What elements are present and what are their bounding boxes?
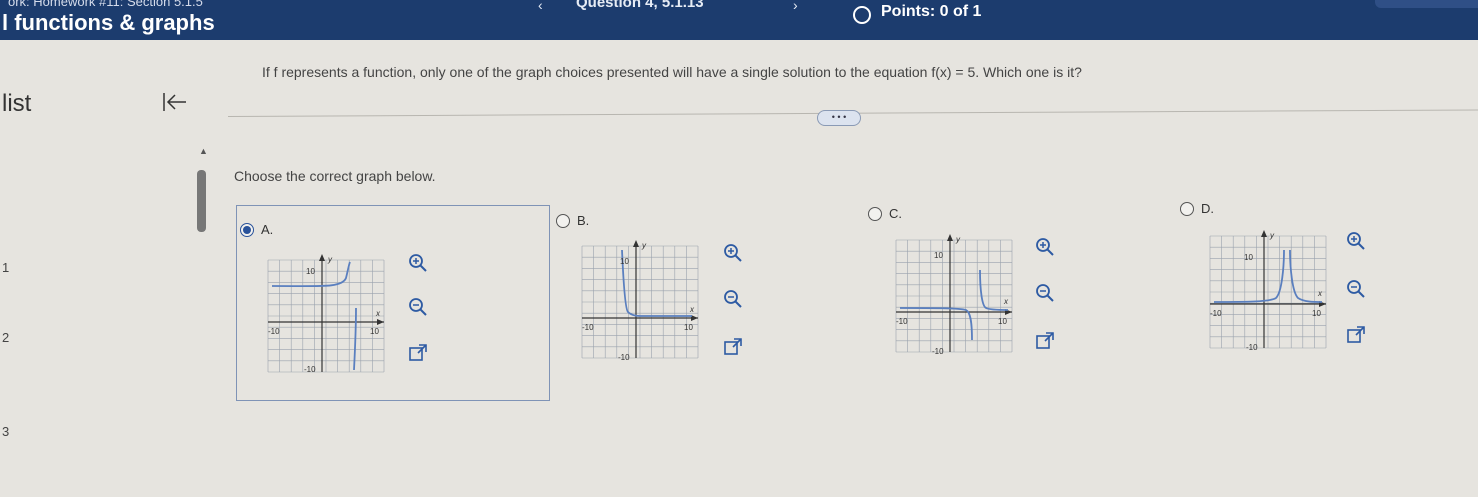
y-min-label: -10 — [1246, 343, 1258, 352]
x-max-label: 10 — [684, 323, 693, 332]
zoom-in-icon[interactable] — [407, 252, 429, 274]
choice-d-label[interactable]: D. — [1201, 201, 1214, 216]
list-item-number[interactable]: 2 — [2, 330, 9, 345]
y-min-label: -10 — [304, 365, 316, 374]
homework-title: ork: Homework #11: Section 5.1.5 — [8, 0, 203, 9]
choice-c-radio[interactable] — [868, 207, 882, 221]
x-label: x — [1003, 297, 1009, 306]
choice-d-graph[interactable]: y x 10 -10 -10 10 — [1204, 226, 1328, 352]
open-new-window-icon[interactable] — [722, 336, 744, 358]
y-axis-arrow — [633, 240, 639, 247]
y-axis-arrow — [1261, 230, 1267, 237]
function-curve — [621, 249, 692, 317]
chevron-right-icon[interactable]: › — [793, 0, 798, 13]
y-label: y — [641, 241, 647, 250]
instruction-text: Choose the correct graph below. — [234, 168, 436, 184]
choice-b-radio[interactable] — [556, 214, 570, 228]
choice-a-label[interactable]: A. — [261, 222, 273, 237]
open-new-window-icon[interactable] — [1034, 330, 1056, 352]
zoom-out-icon[interactable] — [407, 296, 429, 318]
y-axis-arrow — [947, 234, 953, 241]
zoom-out-icon[interactable] — [1034, 282, 1056, 304]
question-text: If f represents a function, only one of … — [262, 64, 1082, 80]
x-axis-arrow — [691, 315, 698, 321]
y-max-label: 10 — [934, 251, 943, 260]
choice-b-label[interactable]: B. — [577, 213, 589, 228]
x-label: x — [689, 305, 695, 314]
collapse-left-icon[interactable] — [160, 90, 188, 114]
open-new-window-icon[interactable] — [1345, 324, 1367, 346]
choice-c-graph[interactable]: y x 10 -10 -10 10 — [890, 230, 1014, 356]
zoom-out-icon[interactable] — [1345, 278, 1367, 300]
header-right-control[interactable] — [1375, 0, 1478, 8]
x-max-label: 10 — [370, 327, 379, 336]
x-max-label: 10 — [1312, 309, 1321, 318]
function-curve — [899, 307, 973, 341]
zoom-in-icon[interactable] — [722, 242, 744, 264]
x-max-label: 10 — [998, 317, 1007, 326]
sidebar-scrollbar[interactable] — [197, 170, 206, 232]
zoom-in-icon[interactable] — [1345, 230, 1367, 252]
points-label: Points: 0 of 1 — [881, 3, 982, 20]
scroll-up-icon[interactable]: ▲ — [199, 146, 208, 156]
points-status-icon — [853, 6, 871, 24]
x-label: x — [1317, 289, 1323, 298]
zoom-out-icon[interactable] — [722, 288, 744, 310]
top-bar: ork: Homework #11: Section 5.1.5 l funct… — [0, 0, 1478, 40]
chevron-left-icon[interactable]: ‹ — [538, 0, 543, 13]
y-min-label: -10 — [618, 353, 630, 362]
list-item-number[interactable]: 3 — [2, 424, 9, 439]
x-label: x — [375, 309, 381, 318]
y-label: y — [955, 235, 961, 244]
y-min-label: -10 — [932, 347, 944, 356]
open-new-window-icon[interactable] — [407, 342, 429, 364]
choice-a-graph[interactable]: y x 10 -10 -10 10 — [262, 250, 386, 376]
graph-grid — [267, 259, 385, 373]
y-max-label: 10 — [620, 257, 629, 266]
graph-grid — [581, 245, 699, 359]
x-min-label: -10 — [1210, 309, 1222, 318]
list-title: list — [2, 90, 32, 117]
y-max-label: 10 — [306, 267, 315, 276]
expand-more-button[interactable]: • • • — [817, 110, 861, 126]
choice-d-radio[interactable] — [1180, 202, 1194, 216]
y-max-label: 10 — [1244, 253, 1253, 262]
choice-a-radio[interactable] — [240, 223, 254, 237]
list-item-number[interactable]: 1 — [2, 260, 9, 275]
section-title: l functions & graphs — [2, 10, 215, 35]
y-axis-arrow — [319, 254, 325, 261]
y-label: y — [327, 255, 333, 264]
y-label: y — [1269, 231, 1275, 240]
x-min-label: -10 — [268, 327, 280, 336]
graph-grid — [1209, 235, 1327, 349]
question-label: Question 4, 5.1.13 — [576, 0, 704, 11]
choice-b-graph[interactable]: y x 10 -10 -10 10 — [576, 236, 700, 362]
x-axis-arrow — [377, 319, 384, 325]
x-min-label: -10 — [582, 323, 594, 332]
graph-grid — [895, 239, 1013, 353]
choice-c-label[interactable]: C. — [889, 206, 902, 221]
x-min-label: -10 — [896, 317, 908, 326]
zoom-in-icon[interactable] — [1034, 236, 1056, 258]
question-list-sidebar: list ▲ 1 2 3 — [0, 40, 208, 497]
